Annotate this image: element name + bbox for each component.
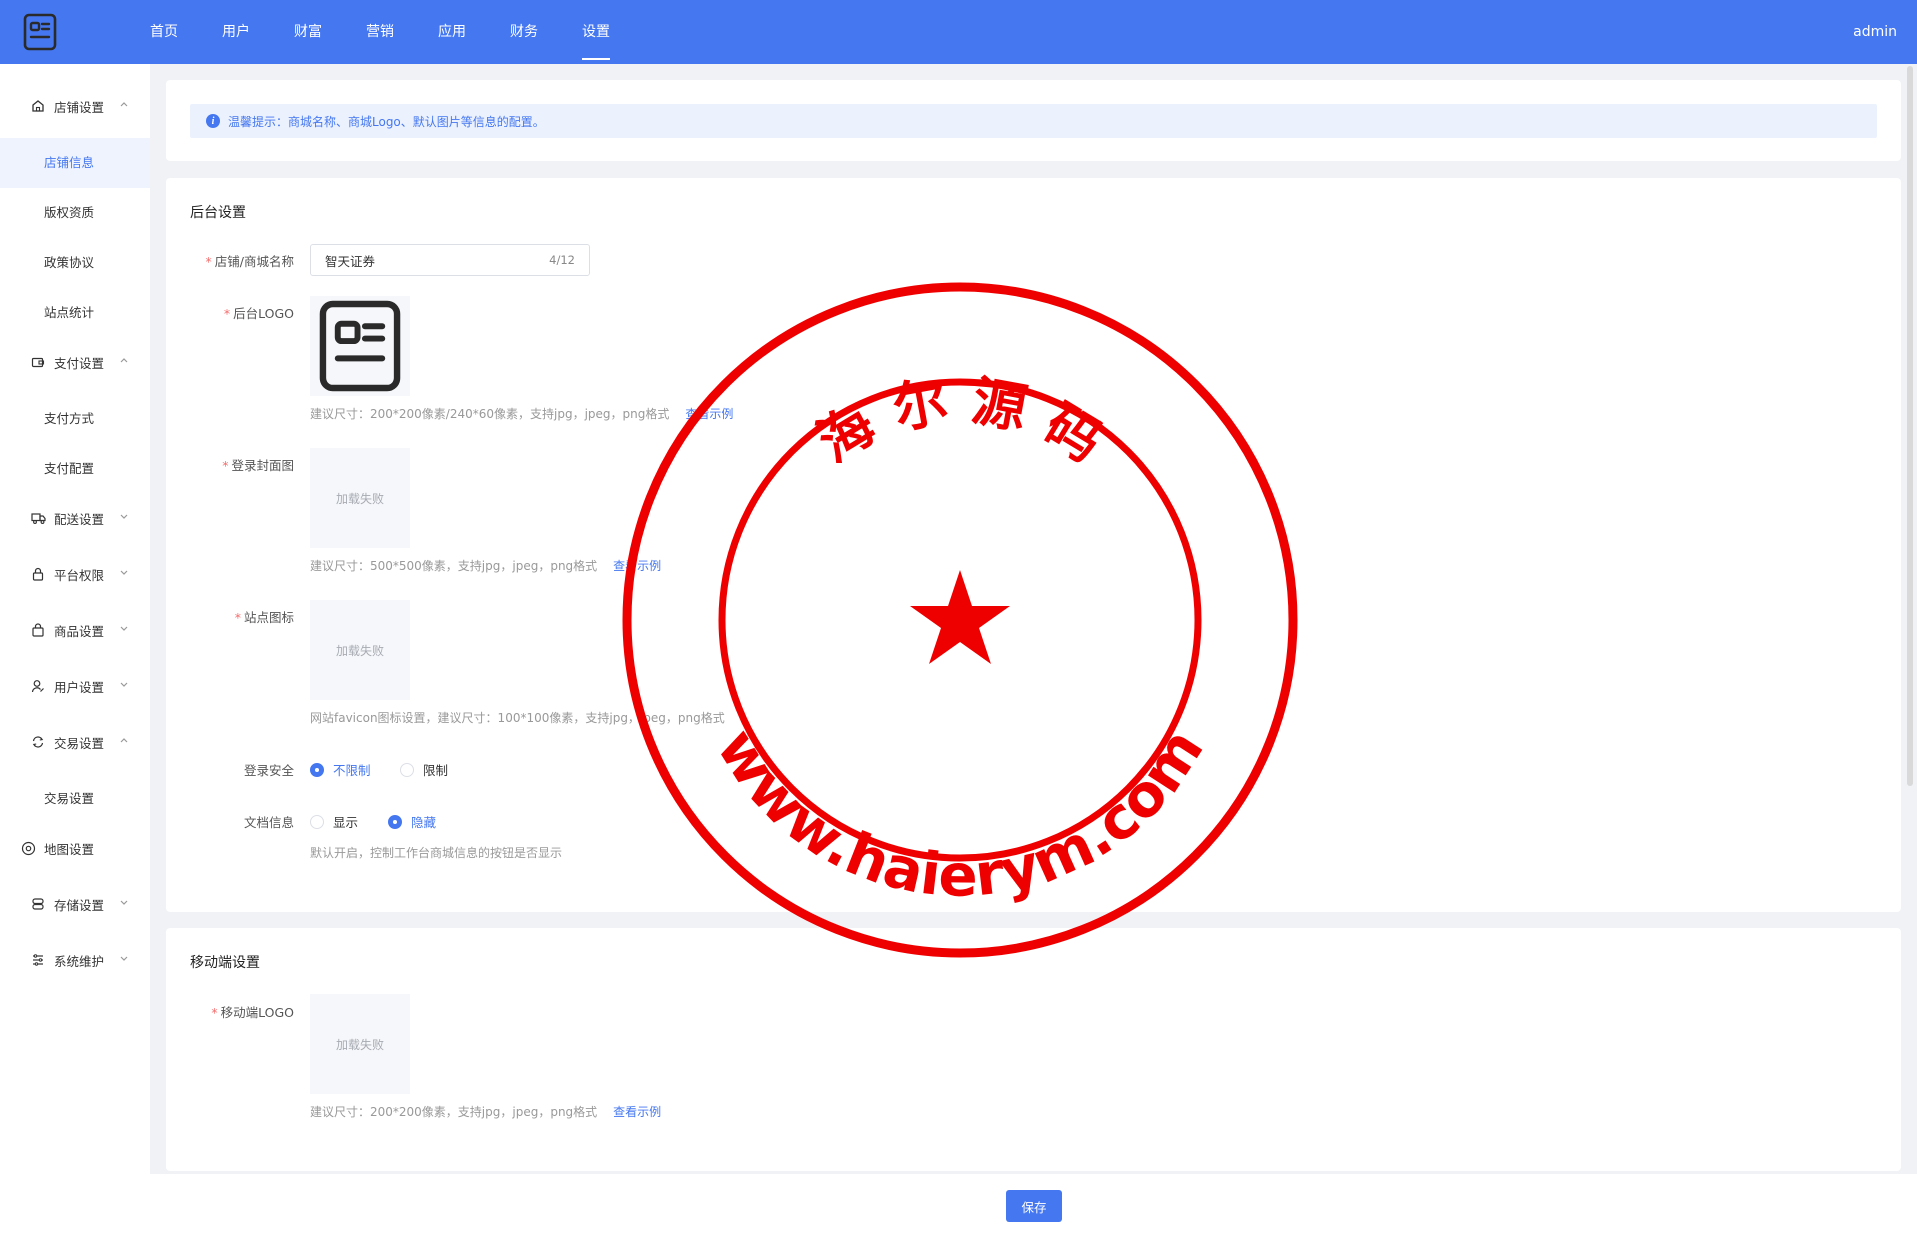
nav-settings[interactable]: 设置 (582, 0, 610, 64)
radio-dot (310, 814, 324, 829)
home-icon (30, 98, 46, 114)
doc-info-label: 文档信息 (243, 815, 294, 830)
nav-marketing[interactable]: 营销 (366, 0, 394, 64)
chevron-down-icon (120, 514, 128, 519)
radio-dot (400, 762, 414, 777)
sidebar-group-trade[interactable]: 交易设置 (0, 722, 150, 762)
main-nav: 首页 用户 财富 营销 应用 财务 设置 (150, 0, 654, 64)
bag-icon (30, 622, 46, 638)
section-title: 后台设置 (190, 205, 246, 221)
info-alert: i 温馨提示：商城名称、商城Logo、默认图片等信息的配置。 (190, 104, 1877, 138)
sidebar-group-permissions[interactable]: 平台权限 (0, 554, 150, 594)
sidebar-group-label: 平台权限 (54, 567, 105, 583)
sidebar-group-label: 配送设置 (54, 511, 105, 527)
list-settings-icon (30, 952, 46, 968)
sidebar-group-map[interactable]: 地图设置 (0, 828, 150, 868)
view-example-link[interactable]: 查看示例 (613, 1105, 661, 1119)
sidebar-group-pay[interactable]: 支付设置 (0, 342, 150, 382)
chevron-down-icon (120, 682, 128, 687)
sidebar-group-store[interactable]: 店铺设置 (0, 86, 150, 126)
save-button[interactable]: 保存 (1006, 1190, 1062, 1222)
document-card-icon[interactable] (22, 12, 58, 52)
favicon-hint: 网站favicon图标设置，建议尺寸：100*100像素，支持jpg，jpeg，… (310, 711, 725, 725)
backend-logo-upload[interactable] (310, 296, 410, 396)
login-security-label: 登录安全 (243, 763, 294, 778)
login-cover-upload[interactable]: 加载失败 (310, 448, 410, 548)
radio-hide[interactable]: 隐藏 (388, 812, 436, 831)
sidebar-group-label: 店铺设置 (54, 99, 105, 115)
nav-home[interactable]: 首页 (150, 0, 178, 64)
database-icon (30, 896, 46, 912)
sidebar-item-trade-settings[interactable]: 交易设置 (0, 774, 150, 824)
chevron-down-icon (120, 570, 128, 575)
sidebar-item-copyright[interactable]: 版权资质 (0, 188, 150, 238)
scrollbar[interactable] (1907, 66, 1913, 786)
radio-dot (388, 814, 402, 829)
alert-text: 温馨提示：商城名称、商城Logo、默认图片等信息的配置。 (228, 114, 545, 129)
login-cover-label: * 登录封面图 (222, 458, 294, 473)
nav-users[interactable]: 用户 (222, 0, 250, 64)
sidebar-group-maintenance[interactable]: 系统维护 (0, 940, 150, 980)
backend-logo-label: * 后台LOGO (223, 306, 294, 321)
mobile-logo-hint: 建议尺寸：200*200像素，支持jpg，jpeg，png格式 查看示例 (310, 1105, 662, 1119)
backend-logo-hint: 建议尺寸：200*200像素/240*60像素，支持jpg，jpeg，png格式… (310, 407, 734, 421)
mobile-logo-upload[interactable]: 加载失败 (310, 994, 410, 1094)
sidebar-group-label: 地图设置 (44, 841, 95, 857)
sidebar-item-pay-method[interactable]: 支付方式 (0, 394, 150, 444)
sidebar-item-stats[interactable]: 站点统计 (0, 288, 150, 338)
favicon-label: * 站点图标 (234, 610, 294, 625)
sidebar-group-users[interactable]: 用户设置 (0, 666, 150, 706)
sidebar-item-pay-config[interactable]: 支付配置 (0, 444, 150, 494)
sidebar-group-label: 系统维护 (54, 953, 105, 969)
sidebar-group-label: 交易设置 (54, 735, 105, 751)
chevron-down-icon (120, 900, 128, 905)
radio-show[interactable]: 显示 (310, 812, 358, 831)
sidebar-item-policy[interactable]: 政策协议 (0, 238, 150, 288)
nav-finance[interactable]: 财务 (510, 0, 538, 64)
chevron-down-icon (120, 626, 128, 631)
exchange-icon (30, 734, 46, 750)
sidebar-group-label: 存储设置 (54, 897, 105, 913)
store-name-label: * 店铺/商城名称 (205, 254, 294, 269)
sidebar-group-delivery[interactable]: 配送设置 (0, 498, 150, 538)
sidebar-group-storage[interactable]: 存储设置 (0, 884, 150, 924)
radio-limited[interactable]: 限制 (400, 760, 448, 779)
store-name-value: 智天证券 (325, 253, 376, 269)
sidebar-item-store-info[interactable]: 店铺信息 (0, 138, 150, 188)
sidebar-group-label: 商品设置 (54, 623, 105, 639)
user-edit-icon (30, 678, 46, 694)
section-title: 移动端设置 (190, 955, 260, 971)
nav-wealth[interactable]: 财富 (294, 0, 322, 64)
sidebar-group-label: 支付设置 (54, 355, 105, 371)
char-counter: 4/12 (549, 253, 575, 267)
info-icon: i (206, 114, 220, 128)
doc-info-hint: 默认开启，控制工作台商城信息的按钮是否显示 (310, 846, 563, 860)
chevron-down-icon (120, 956, 128, 961)
map-target-icon (20, 840, 36, 856)
radio-dot (310, 762, 324, 777)
view-example-link[interactable]: 查看示例 (613, 559, 661, 573)
footer-bar (0, 1174, 1917, 1236)
mobile-logo-label: * 移动端LOGO (211, 1005, 294, 1020)
user-menu[interactable]: admin (1853, 0, 1897, 64)
login-cover-hint: 建议尺寸：500*500像素，支持jpg，jpeg，png格式 查看示例 (310, 559, 662, 573)
truck-icon (30, 510, 46, 526)
nav-apps[interactable]: 应用 (438, 0, 466, 64)
wallet-icon (30, 354, 46, 370)
chevron-up-icon (120, 102, 128, 107)
chevron-up-icon (120, 358, 128, 363)
view-example-link[interactable]: 查看示例 (685, 407, 733, 421)
radio-unlimited[interactable]: 不限制 (310, 760, 371, 779)
sidebar-group-products[interactable]: 商品设置 (0, 610, 150, 650)
sidebar: 店铺设置 店铺信息 版权资质 政策协议 站点统计 支付设置 支付方式 支付配置 … (0, 64, 150, 1174)
sidebar-group-label: 用户设置 (54, 679, 105, 695)
chevron-up-icon (120, 738, 128, 743)
top-navbar: 首页 用户 财富 营销 应用 财务 设置 admin (0, 0, 1917, 64)
mobile-settings-card (166, 928, 1901, 1171)
backend-settings-card (166, 178, 1901, 912)
store-name-input[interactable]: 智天证券 4/12 (310, 244, 590, 276)
document-card-icon (319, 300, 401, 392)
favicon-upload[interactable]: 加载失败 (310, 600, 410, 700)
lock-icon (30, 566, 46, 582)
